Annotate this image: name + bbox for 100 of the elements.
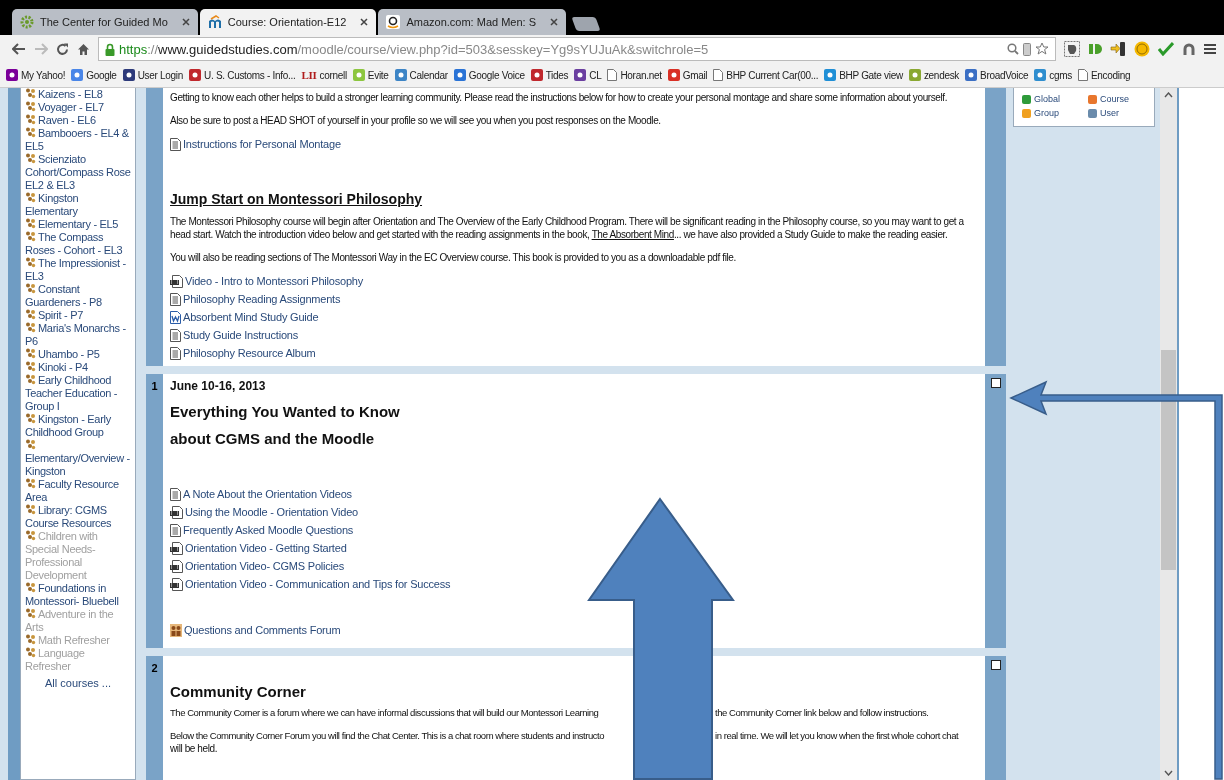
home-icon[interactable] [77,42,90,56]
dots-icon [25,218,36,229]
close-icon[interactable] [550,18,559,26]
course-link[interactable]: Early Childhood Teacher Education - Group I [25,374,131,413]
course-link[interactable]: Spirit - P7 [25,309,131,322]
course-link[interactable]: Constant Guardeners - P8 [25,283,131,309]
bookmark-link[interactable]: Gmail [667,69,708,81]
browser-tab[interactable]: Course: Orientation-E12 [199,9,377,35]
highlight-checkbox[interactable] [990,660,1001,670]
scroll-up-icon[interactable] [1164,92,1173,98]
bookmark-link[interactable]: Evite [352,69,389,81]
paragraph-text: The Community Corner is a forum where we can have informal discussions that will build our Montessori Learning [170,706,600,719]
course-link[interactable]: Raven - EL6 [25,114,131,127]
menu-icon[interactable] [1204,43,1216,55]
course-link[interactable]: Kinoki - P4 [25,361,131,374]
course-link[interactable]: Maria's Monarchs - P6 [25,322,131,348]
resource-link[interactable]: Study Guide Instructions [170,328,299,342]
course-link[interactable]: Bambooers - EL4 & EL5 [25,127,131,153]
star-icon[interactable] [1035,42,1049,56]
search-icon[interactable] [1007,43,1019,55]
legend-item: User [1088,108,1146,118]
check-icon[interactable] [1158,42,1174,56]
resource-link[interactable]: Orientation Video - Getting Started [170,541,347,555]
browser-tab[interactable]: The Center for Guided Mo [12,9,198,35]
course-link[interactable]: Scienziato Cohort/Compass Rose EL2 & EL3 [25,153,131,192]
back-icon[interactable] [12,43,26,55]
resource-link[interactable]: Questions and Comments Forum [170,623,341,637]
resource-link[interactable]: Frequently Asked Moodle Questions [170,523,354,537]
course-link[interactable]: Kingston Elementary [25,192,131,218]
new-tab-button[interactable] [571,17,601,31]
resource-link[interactable]: Video - Intro to Montessori Philosophy [170,274,364,288]
course-link[interactable]: The Compass Roses - Cohort - EL3 [25,231,131,257]
section-title: about CGMS and the Moodle [170,430,376,447]
document-icon [170,137,181,151]
phone-icon[interactable] [1023,42,1031,56]
extension-icon[interactable] [1088,42,1102,56]
paragraph-text: in real time. We will let you know when the first whole cohort chat [715,729,959,742]
resource-link[interactable]: Instructions for Personal Montage [170,137,341,151]
resource-link[interactable]: Philosophy Resource Album [170,346,316,360]
paragraph-text: Below the Community Corner Forum you will find the Chat Center. This is a chat room where students and instructo [170,729,606,742]
course-link[interactable]: Library: CGMS Course Resources [25,504,131,530]
dots-icon [25,192,36,203]
scroll-down-icon[interactable] [1164,770,1173,776]
bookmark-link[interactable]: Tides [530,69,569,81]
resource-link[interactable]: A Note About the Orientation Videos [170,487,352,501]
course-link[interactable]: Kingston - Early Childhood Group [25,413,131,439]
course-link[interactable]: Faculty Resource Area [25,478,131,504]
highlight-checkbox[interactable] [990,378,1001,388]
course-link[interactable]: Kaizens - EL8 [25,88,131,101]
course-link[interactable]: Uhambo - P5 [25,348,131,361]
browser-tab[interactable]: Amazon.com: Mad Men: S [378,9,567,35]
dots-icon [25,439,36,450]
all-courses-link[interactable]: All courses ... [25,677,131,689]
close-icon[interactable] [181,18,190,26]
course-link[interactable]: The Impressionist - EL3 [25,257,131,283]
legend-item: Course [1088,94,1146,104]
address-field[interactable]: https://www.guidedstudies.com/moodle/course/view.php?id=503&sesskey=Yg9sYUJuAk&switchrole=5 [98,37,1056,61]
resource-link[interactable]: Absorbent Mind Study Guide [170,310,319,324]
page-icon [713,69,724,81]
course-link[interactable]: Elementary/Overview - Kingston [25,439,131,478]
dots-icon [25,309,36,320]
bookmark-link[interactable]: U. S. Customs - Info... [189,69,296,81]
bookmark-link[interactable]: LII cornell [301,69,347,81]
paragraph: Also be sure to post a HEAD SHOT of yourself in your profile so we will see you when you post responses on the Moodle. [170,114,662,127]
paragraph: The Montessori Philosophy course will begin after Orientation and The Overview of the Early Childhood Program. There will be significant reading in the Philosophy course, so you may want to get a head start. Watch the introduction video below and get started with the reading assignments in the book, The Absorbent Mind... we have also provided a Study Guide to make the reading easier. [170,215,965,241]
bookmark-link[interactable]: zendesk [908,69,960,81]
course-link[interactable]: Foundations in Montessori- Bluebell [25,582,131,608]
bookmark-link[interactable]: CL [574,69,602,81]
bookmark-link[interactable]: BroadVoice [965,69,1029,81]
section-title: Everything You Wanted to Know [170,403,401,420]
scrollbar[interactable] [1160,88,1177,780]
bookmark-link[interactable]: Horan.net [607,69,662,81]
scroll-thumb[interactable] [1161,350,1176,570]
section-heading-link[interactable]: Jump Start on Montessori Philosophy [170,191,423,207]
course-link[interactable]: Elementary - EL5 [25,218,131,231]
dots-icon [25,283,36,294]
bookmark-link[interactable]: BHP Gate view [824,69,903,81]
bookmark-link[interactable]: Encoding [1077,69,1131,81]
resource-link[interactable]: Orientation Video- CGMS Policies [170,559,345,573]
extension-icon[interactable] [1134,41,1150,57]
phone-arrow-icon[interactable] [1110,41,1126,57]
resource-link[interactable]: Orientation Video - Communication and Tips for Success [170,577,451,591]
bookmark-link[interactable]: Calendar [394,69,448,81]
resource-link[interactable]: Philosophy Reading Assignments [170,292,341,306]
document-icon [170,292,181,306]
dots-icon [25,608,36,619]
reload-icon[interactable] [56,42,69,56]
book-link[interactable]: The Absorbent Mind [591,229,674,240]
course-link[interactable]: Voyager - EL7 [25,101,131,114]
bookmark-link[interactable]: cgms [1034,69,1072,81]
document-icon [170,523,181,537]
bookmark-link[interactable]: Google Voice [453,69,525,81]
bookmark-link[interactable]: BHP Current Car(00... [713,69,819,81]
bookmark-link[interactable]: User Login [122,69,183,81]
bookmark-link[interactable]: My Yahoo! [6,69,66,81]
resource-link[interactable]: Using the Moodle - Orientation Video [170,505,358,519]
dots-icon [25,127,36,138]
bookmark-link[interactable]: Google [71,69,117,81]
dots-icon [25,114,36,125]
close-icon[interactable] [360,18,369,26]
